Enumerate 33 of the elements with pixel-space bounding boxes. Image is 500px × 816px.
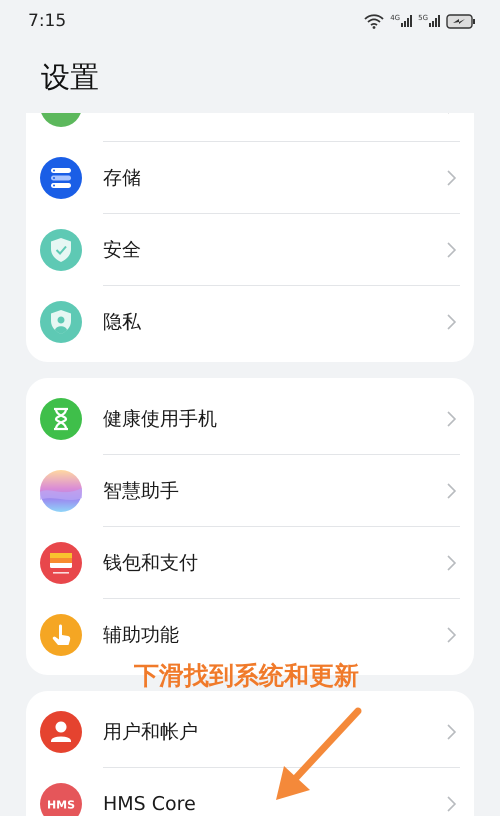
signal-icon — [429, 15, 440, 27]
chevron-right-icon — [447, 482, 456, 498]
chevron-right-icon — [447, 626, 456, 642]
settings-item[interactable]: 隐私 — [26, 286, 474, 357]
chevron-right-icon — [447, 554, 456, 570]
person-icon — [40, 710, 82, 752]
card-icon — [40, 542, 82, 584]
status-time: 7:15 — [28, 11, 68, 31]
chevron-right-icon — [447, 410, 456, 426]
settings-item[interactable]: 用户和帐户 — [26, 696, 474, 767]
chevron-right-icon — [447, 724, 456, 740]
battery-charging-icon — [446, 14, 476, 28]
storage-icon — [40, 156, 82, 198]
settings-item[interactable]: 安全 — [26, 214, 474, 285]
settings-item[interactable]: 钱包和支付 — [26, 527, 474, 598]
chevron-right-icon — [447, 314, 456, 330]
shield-check-icon — [40, 228, 82, 270]
wifi-icon — [364, 14, 384, 28]
shield-person-icon — [40, 300, 82, 342]
chevron-right-icon — [447, 242, 456, 258]
annotation-text: 下滑找到系统和更新 — [134, 660, 359, 692]
hand-icon — [40, 614, 82, 656]
hourglass-icon — [40, 398, 82, 440]
settings-item[interactable]: HMS HMS Core — [26, 768, 474, 816]
hms-logo-icon: HMS — [40, 782, 82, 816]
chevron-right-icon — [447, 170, 456, 186]
settings-item[interactable]: 健康使用手机 — [26, 383, 474, 454]
page-title: 设置 — [40, 58, 100, 96]
chevron-right-icon — [447, 796, 456, 812]
signal-icon — [401, 15, 412, 27]
settings-item[interactable]: 智慧助手 — [26, 455, 474, 526]
gradient-orb-icon — [40, 470, 82, 512]
settings-item[interactable]: 存储 — [26, 142, 474, 213]
